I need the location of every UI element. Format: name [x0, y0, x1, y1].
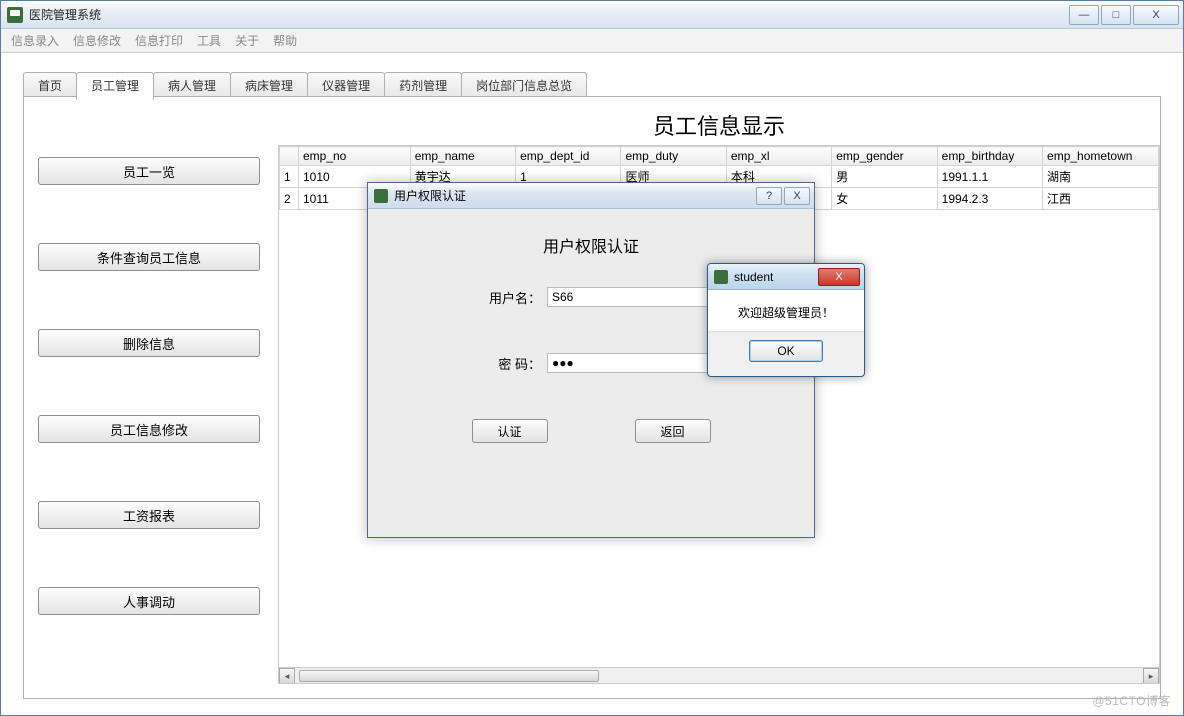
menu-item[interactable]: 帮助 — [273, 32, 297, 49]
tabstrip: 首页 员工管理 病人管理 病床管理 仪器管理 药剂管理 岗位部门信息总览 — [23, 71, 1183, 99]
app-icon — [7, 7, 23, 23]
menu-item[interactable]: 关于 — [235, 32, 259, 49]
menu-item[interactable]: 信息打印 — [135, 32, 183, 49]
cell[interactable]: 江西 — [1043, 188, 1159, 210]
menu-item[interactable]: 工具 — [197, 32, 221, 49]
auth-back-button[interactable]: 返回 — [635, 419, 711, 443]
msgbox-message: 欢迎超级管理员！ — [708, 290, 864, 332]
btn-emp-edit[interactable]: 员工信息修改 — [38, 415, 260, 443]
dialog-close-button[interactable]: X — [784, 187, 810, 205]
btn-emp-list[interactable]: 员工一览 — [38, 157, 260, 185]
lock-icon — [374, 189, 388, 203]
help-button[interactable]: ? — [756, 187, 782, 205]
maximize-button[interactable]: □ — [1101, 5, 1131, 25]
col-header[interactable]: emp_birthday — [937, 147, 1042, 166]
msgbox-close-button[interactable]: X — [818, 268, 860, 286]
minimize-button[interactable]: — — [1069, 5, 1099, 25]
row-number: 2 — [280, 188, 299, 210]
col-header[interactable]: emp_dept_id — [516, 147, 621, 166]
btn-emp-delete[interactable]: 删除信息 — [38, 329, 260, 357]
password-input[interactable] — [547, 353, 713, 373]
scroll-thumb[interactable] — [299, 670, 599, 682]
page-title: 员工信息显示 — [278, 97, 1160, 149]
scroll-left-arrow-icon[interactable]: ◂ — [279, 668, 295, 684]
auth-dialog-title: 用户权限认证 — [394, 187, 754, 204]
window-title: 医院管理系统 — [29, 6, 1067, 23]
watermark: @51CTO博客 — [1092, 692, 1171, 709]
side-button-pane: 员工一览 条件查询员工信息 删除信息 员工信息修改 工资报表 人事调动 — [38, 157, 260, 673]
col-header[interactable]: emp_xl — [726, 147, 831, 166]
username-label: 用户名： — [469, 288, 541, 307]
col-header[interactable]: emp_hometown — [1043, 147, 1159, 166]
btn-hr-transfer[interactable]: 人事调动 — [38, 587, 260, 615]
cell[interactable]: 1991.1.1 — [937, 166, 1042, 188]
message-box: student X 欢迎超级管理员！ OK — [707, 263, 865, 377]
col-header[interactable]: emp_name — [410, 147, 515, 166]
btn-salary-report[interactable]: 工资报表 — [38, 501, 260, 529]
password-label: 密 码： — [469, 354, 541, 373]
menu-item[interactable]: 信息录入 — [11, 32, 59, 49]
msgbox-title: student — [734, 270, 818, 284]
cell[interactable]: 湖南 — [1043, 166, 1159, 188]
cell[interactable]: 女 — [832, 188, 937, 210]
col-header[interactable]: emp_duty — [621, 147, 726, 166]
btn-emp-query[interactable]: 条件查询员工信息 — [38, 243, 260, 271]
auth-confirm-button[interactable]: 认证 — [472, 419, 548, 443]
cell[interactable]: 男 — [832, 166, 937, 188]
msgbox-ok-button[interactable]: OK — [749, 340, 823, 362]
menu-item[interactable]: 信息修改 — [73, 32, 121, 49]
auth-heading: 用户权限认证 — [398, 233, 784, 257]
main-titlebar: 医院管理系统 — □ X — [1, 1, 1183, 29]
cell[interactable]: 1994.2.3 — [937, 188, 1042, 210]
horizontal-scrollbar[interactable]: ◂ ▸ — [279, 667, 1159, 683]
row-number: 1 — [280, 166, 299, 188]
msgbox-titlebar[interactable]: student X — [708, 264, 864, 290]
auth-dialog-titlebar[interactable]: 用户权限认证 ? X — [368, 183, 814, 209]
col-header[interactable]: emp_gender — [832, 147, 937, 166]
tab-employee[interactable]: 员工管理 — [76, 72, 154, 100]
menubar: 信息录入 信息修改 信息打印 工具 关于 帮助 — [1, 29, 1183, 53]
row-header-empty — [280, 147, 299, 166]
app-icon — [714, 270, 728, 284]
col-header[interactable]: emp_no — [298, 147, 410, 166]
close-button[interactable]: X — [1133, 5, 1179, 25]
username-input[interactable] — [547, 287, 713, 307]
scroll-right-arrow-icon[interactable]: ▸ — [1143, 668, 1159, 684]
